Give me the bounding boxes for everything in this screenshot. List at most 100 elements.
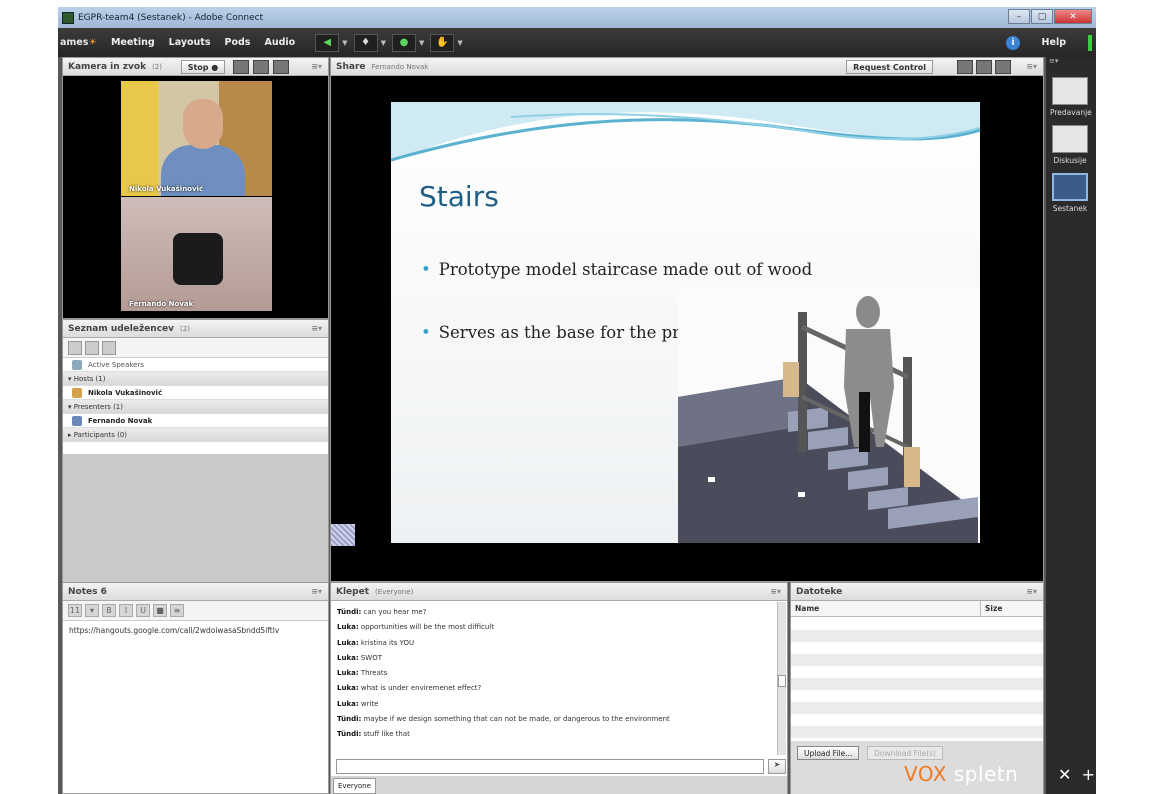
stop-label: Stop (187, 62, 209, 72)
notes-text[interactable]: https://hangouts.google.com/call/2wdoiwa… (63, 621, 328, 640)
status-dropdown-icon[interactable]: ▼ (457, 39, 462, 47)
font-size-icon[interactable]: 11 (68, 604, 82, 617)
files-table-header: Name Size (791, 601, 1043, 617)
fullscreen-icon[interactable] (995, 60, 1011, 74)
resize-handle[interactable] (331, 524, 355, 546)
slide-title: Stairs (419, 180, 499, 213)
camera-pod-count: (2) (152, 62, 162, 71)
stop-camera-button[interactable]: Stop ● (181, 60, 225, 74)
files-pod-title: Datoteke (796, 586, 843, 597)
pod-menu-icon[interactable]: ≡▾ (311, 62, 322, 71)
chat-pod: Klepet (Everyone) ≡▾ Tündi: can you hear… (330, 582, 788, 794)
plus-icon[interactable]: + (1082, 765, 1095, 784)
staircase-prototype-image (678, 287, 980, 543)
share-pod: Share Fernando Novak Request Control ≡▾ … (330, 57, 1044, 582)
pod-menu-icon[interactable]: ≡▾ (311, 324, 322, 333)
chat-text: opportunities will be the most difficult (360, 623, 494, 632)
camera-pod-title: Kamera in zvok (68, 61, 147, 72)
breakout-view-icon[interactable] (85, 340, 99, 355)
chat-text: maybe if we design something that can no… (363, 715, 670, 724)
attendee-row[interactable]: Nikola Vukašinović (63, 386, 328, 400)
hosts-group[interactable]: ▾ Hosts (1) (63, 372, 328, 386)
menu-meeting[interactable]: Meeting (111, 37, 155, 48)
brand-mark-icon: ☀ (88, 37, 97, 48)
close-button[interactable]: ✕ (1054, 9, 1092, 24)
camera-pod-header: Kamera in zvok (2) Stop ● ≡▾ (63, 58, 328, 76)
upload-file-button[interactable]: Upload File... (797, 746, 860, 760)
close-icon[interactable]: ✕ (1058, 765, 1071, 784)
fullscreen-icon[interactable] (273, 60, 289, 74)
layout-thumbnail (1052, 77, 1088, 105)
minimize-button[interactable]: – (1008, 9, 1030, 24)
italic-icon[interactable]: I (119, 604, 133, 617)
title-bar: EGPR-team4 (Sestanek) - Adobe Connect – … (58, 7, 1096, 28)
filmstrip-view-icon[interactable] (253, 60, 269, 74)
chat-scrollbar[interactable] (777, 602, 786, 755)
menu-audio[interactable]: Audio (264, 37, 295, 48)
chat-input[interactable] (336, 759, 764, 774)
speaker-icon[interactable]: ◀ (315, 33, 340, 52)
chat-sender: Tündi: (337, 608, 362, 616)
chat-message: Luka: kristina its YOU (337, 636, 773, 651)
attendees-empty-area (63, 454, 328, 582)
layout-sestanek[interactable]: Sestanek (1050, 173, 1090, 213)
pod-menu-icon[interactable]: ≡▾ (1026, 62, 1037, 71)
layouts-panel-menu[interactable]: ≡▾ (1046, 57, 1096, 67)
pod-menu-icon[interactable]: ≡▾ (770, 587, 781, 596)
active-speakers-label: Active Speakers (88, 360, 144, 369)
chat-tabs-bar (331, 776, 787, 794)
column-name[interactable]: Name (791, 601, 981, 616)
chat-messages: Tündi: can you hear me? Luka: opportunit… (331, 602, 779, 755)
webcam-icon[interactable]: ● (391, 33, 416, 52)
chat-message: Luka: opportunities will be the most dif… (337, 620, 773, 635)
chat-message: Luka: SWOT (337, 651, 773, 666)
chat-sender: Luka: (337, 669, 359, 678)
chat-tab-everyone[interactable]: Everyone (333, 778, 376, 794)
full-size-icon[interactable] (976, 60, 992, 74)
request-control-button[interactable]: Request Control (846, 60, 933, 74)
download-files-button[interactable]: Download File(s) (867, 746, 943, 760)
person-head (183, 99, 223, 149)
font-dropdown-icon[interactable]: ▾ (85, 604, 99, 617)
color-icon[interactable]: ■ (153, 604, 167, 617)
fit-width-icon[interactable] (957, 60, 973, 74)
chat-text: SWOT (360, 653, 383, 662)
attendee-row[interactable]: Fernando Novak (63, 414, 328, 428)
maximize-button[interactable]: ▢ (1031, 9, 1053, 24)
pod-menu-icon[interactable]: ≡▾ (1026, 587, 1037, 596)
share-view-controls (957, 60, 1011, 74)
help-menu[interactable]: Help (1042, 37, 1066, 48)
raise-hand-icon[interactable]: ✋ (430, 33, 455, 52)
speaker-dropdown-icon[interactable]: ▼ (342, 39, 347, 47)
brand-text: ames (60, 37, 89, 48)
hosts-label: Hosts (1) (73, 374, 106, 383)
attendees-pod: Seznam udeležencev (2) ≡▾ Active Speaker… (62, 319, 329, 582)
scrollbar-thumb[interactable] (778, 675, 786, 687)
grid-view-icon[interactable] (233, 60, 249, 74)
chat-message: Tündi: can you hear me? (337, 605, 773, 620)
pod-menu-icon[interactable]: ≡▾ (311, 587, 322, 596)
column-size[interactable]: Size (981, 601, 1006, 616)
menu-layouts[interactable]: Layouts (169, 37, 211, 48)
underline-icon[interactable]: U (136, 604, 150, 617)
sharer-name: Fernando Novak (371, 62, 429, 71)
microphone-icon[interactable]: ♦ (353, 33, 378, 52)
layout-diskusije[interactable]: Diskusije (1050, 125, 1090, 165)
send-message-button[interactable]: ➤ (768, 759, 786, 774)
layout-predavanje[interactable]: Predavanje (1050, 77, 1092, 117)
info-icon[interactable]: i (1006, 35, 1020, 50)
bold-icon[interactable]: B (102, 604, 116, 617)
sort-icon[interactable] (102, 340, 116, 355)
list-view-icon[interactable] (68, 340, 82, 355)
chat-pod-header: Klepet (Everyone) ≡▾ (331, 583, 787, 601)
attendees-pod-header: Seznam udeležencev (2) ≡▾ (63, 320, 328, 338)
participants-group[interactable]: ▸ Participants (0) (63, 428, 328, 442)
webcam-dropdown-icon[interactable]: ▼ (419, 39, 424, 47)
bullet-list-icon[interactable]: ≡ (170, 604, 184, 617)
presenters-group[interactable]: ▾ Presenters (1) (63, 400, 328, 414)
brand-label: ames☀ (60, 37, 97, 48)
expand-controls[interactable]: ✕ + (1058, 765, 1095, 784)
menu-pods[interactable]: Pods (225, 37, 251, 48)
connection-indicator (1088, 35, 1092, 51)
microphone-dropdown-icon[interactable]: ▼ (381, 39, 386, 47)
